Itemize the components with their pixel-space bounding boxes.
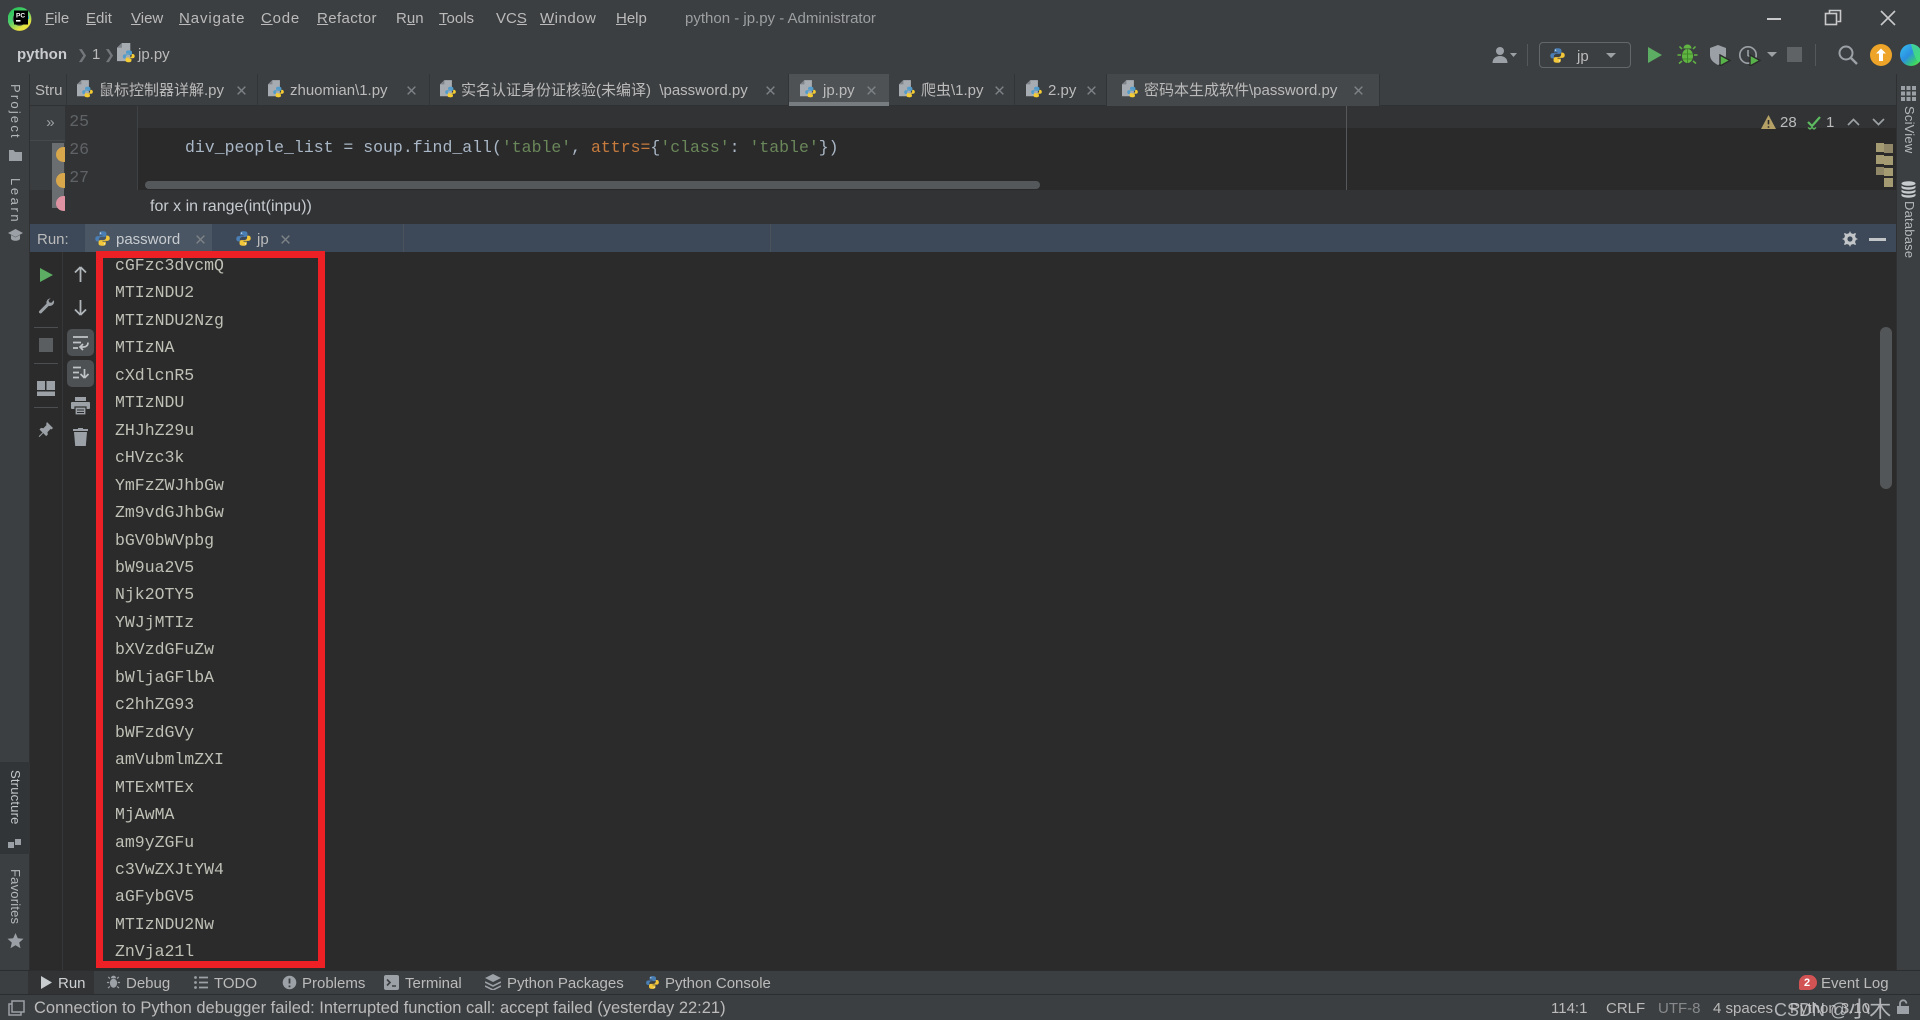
svg-text:PC: PC: [16, 13, 25, 20]
